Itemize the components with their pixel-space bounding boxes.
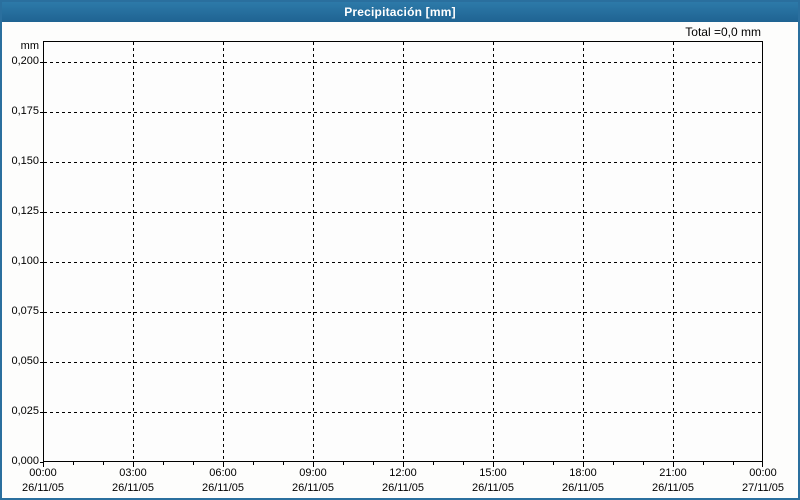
y-axis-tick-label: 0,125 (11, 205, 39, 217)
x-axis-tick-label: 21:00 26/11/05 (638, 466, 708, 496)
total-annotation: Total =0,0 mm (685, 25, 761, 39)
x-axis-tick-label: 12:00 26/11/05 (368, 466, 438, 496)
plot-area (40, 41, 763, 467)
y-axis-tick-label: 0,175 (11, 105, 39, 117)
y-axis-tick-label: 0,200 (11, 55, 39, 67)
x-tick-date: 26/11/05 (561, 482, 604, 494)
x-tick-time: 00:00 (749, 467, 777, 479)
x-tick-time: 15:00 (479, 467, 507, 479)
x-axis-tick-label: 03:00 26/11/05 (98, 466, 168, 496)
x-tick-date: 26/11/05 (21, 482, 64, 494)
x-tick-time: 06:00 (209, 467, 237, 479)
x-axis-tick-label: 00:00 27/11/05 (728, 466, 798, 496)
x-tick-date: 26/11/05 (471, 482, 514, 494)
x-tick-time: 03:00 (119, 467, 147, 479)
y-axis-tick-label: 0,075 (11, 305, 39, 317)
x-tick-date: 26/11/05 (111, 482, 154, 494)
x-tick-time: 00:00 (29, 467, 57, 479)
x-tick-time: 21:00 (659, 467, 687, 479)
chart-canvas (40, 41, 763, 467)
y-axis-unit-label: mm (20, 40, 39, 52)
x-axis-tick-label: 00:00 26/11/05 (8, 466, 78, 496)
x-tick-date: 26/11/05 (381, 482, 424, 494)
x-tick-date: 27/11/05 (741, 482, 784, 494)
x-tick-date: 26/11/05 (651, 482, 694, 494)
y-axis-tick-label: 0,025 (11, 405, 39, 417)
x-axis-tick-label: 18:00 26/11/05 (548, 466, 618, 496)
x-axis-tick-label: 15:00 26/11/05 (458, 466, 528, 496)
x-tick-time: 18:00 (569, 467, 597, 479)
x-tick-date: 26/11/05 (291, 482, 334, 494)
x-tick-time: 09:00 (299, 467, 327, 479)
chart-title-bar: Precipitación [mm] (2, 2, 798, 22)
x-axis-tick-label: 06:00 26/11/05 (188, 466, 258, 496)
y-axis-tick-label: 0,050 (11, 355, 39, 367)
chart-window: Precipitación [mm] Total =0,0 mm 0,200 0,… (0, 0, 800, 500)
x-tick-date: 26/11/05 (201, 482, 244, 494)
x-tick-time: 12:00 (389, 467, 417, 479)
x-axis-tick-label: 09:00 26/11/05 (278, 466, 348, 496)
y-axis-tick-label: 0,100 (11, 255, 39, 267)
y-axis-tick-label: 0,150 (11, 155, 39, 167)
